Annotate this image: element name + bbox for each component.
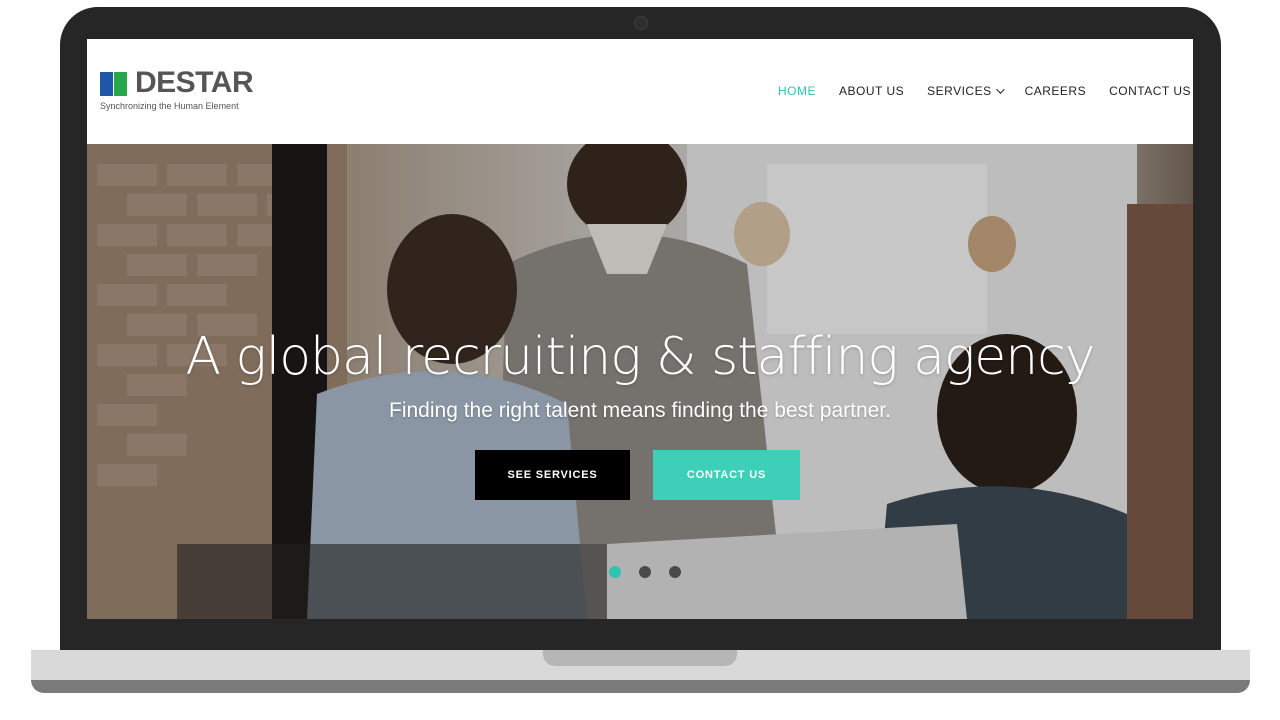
hero-subtitle: Finding the right talent means finding t… bbox=[389, 399, 891, 422]
nav-item-label: CAREERS bbox=[1024, 84, 1087, 98]
slider-dot-1[interactable] bbox=[609, 566, 621, 578]
laptop-base-edge bbox=[31, 680, 1250, 693]
nav-item-contact-us[interactable]: CONTACT US bbox=[1109, 84, 1191, 98]
webcam-icon bbox=[634, 16, 648, 30]
nav-item-label: SERVICES bbox=[927, 84, 992, 98]
logo-name: DESTAR bbox=[135, 66, 254, 99]
nav-item-home[interactable]: HOME bbox=[778, 84, 816, 98]
nav-item-careers[interactable]: CAREERS bbox=[1025, 84, 1087, 98]
nav-item-about-us[interactable]: ABOUT US bbox=[839, 84, 904, 98]
logo-mark-icon bbox=[100, 72, 127, 96]
nav-item-label: CONTACT US bbox=[1109, 84, 1191, 98]
contact-us-button[interactable]: CONTACT US bbox=[653, 450, 800, 500]
hero-title: A global recruiting & staffing agency bbox=[185, 326, 1095, 387]
slider-dot-2[interactable] bbox=[639, 566, 651, 578]
laptop-notch bbox=[543, 650, 737, 666]
slider-dot-3[interactable] bbox=[669, 566, 681, 578]
see-services-button[interactable]: SEE SERVICES bbox=[475, 450, 630, 500]
chevron-down-icon bbox=[995, 85, 1005, 94]
nav-item-label: HOME bbox=[777, 84, 816, 98]
site-header: DESTAR Synchronizing the Human Element H… bbox=[87, 39, 1193, 144]
laptop-screen: DESTAR Synchronizing the Human Element H… bbox=[87, 39, 1193, 619]
nav-item-label: ABOUT US bbox=[838, 84, 905, 98]
main-nav: HOME ABOUT US SERVICES CAREERS CONTACT U… bbox=[778, 84, 1191, 98]
nav-item-services[interactable]: SERVICES bbox=[927, 84, 1005, 98]
hero-slider: A global recruiting & staffing agency Fi… bbox=[87, 144, 1193, 619]
logo-tagline: Synchronizing the Human Element bbox=[100, 101, 239, 111]
slider-dots bbox=[609, 566, 681, 578]
